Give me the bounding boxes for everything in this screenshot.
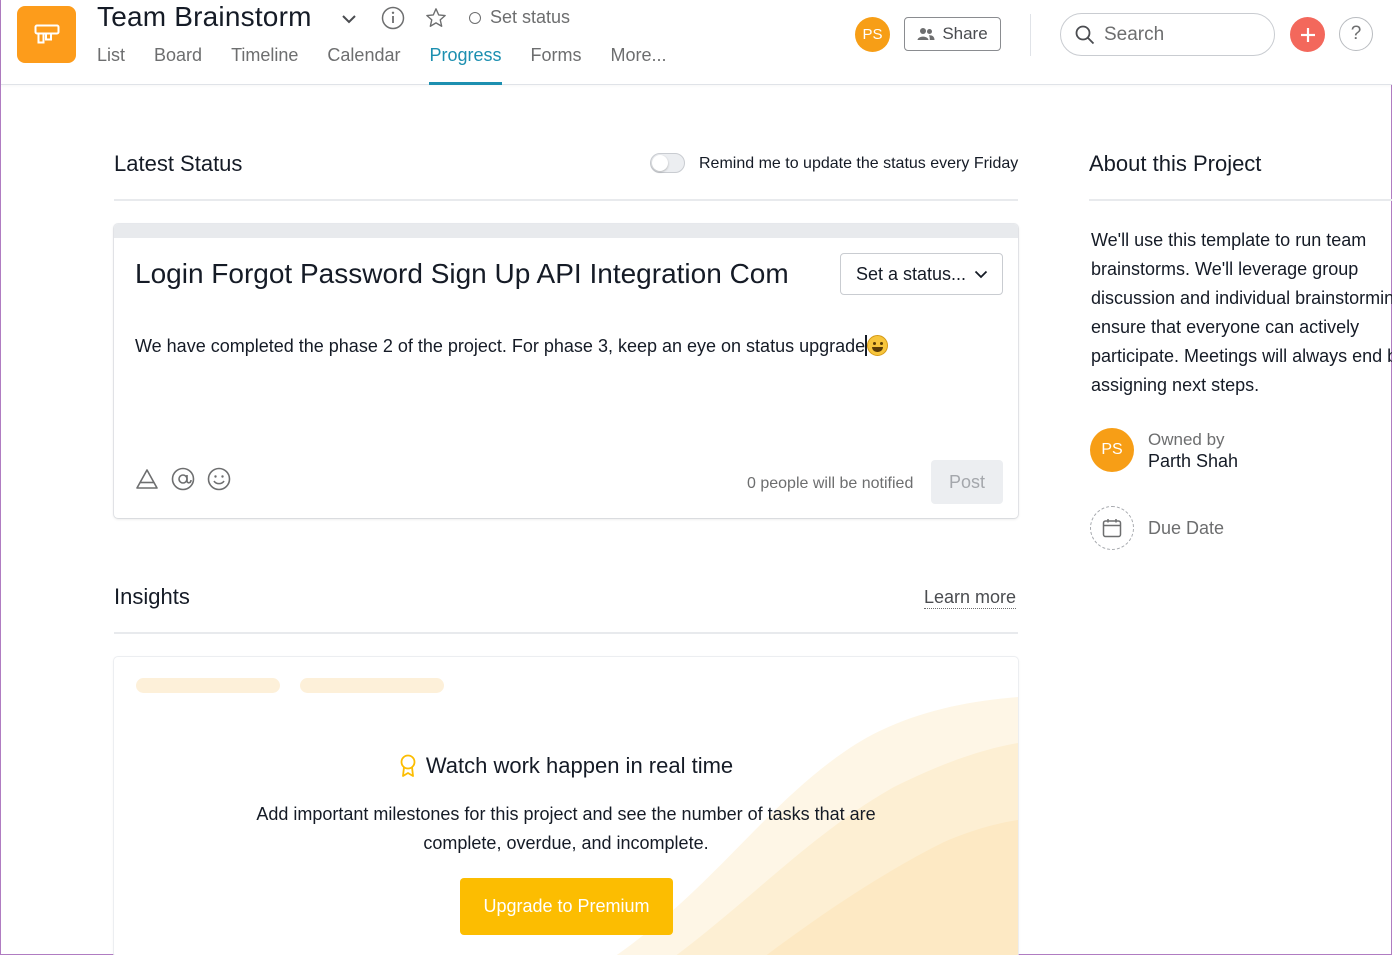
text-format-icon[interactable]	[135, 467, 159, 491]
latest-status-divider	[114, 199, 1018, 201]
insights-divider	[114, 632, 1018, 634]
upgrade-button[interactable]: Upgrade to Premium	[460, 878, 673, 935]
project-description[interactable]: We'll use this template to run team brai…	[1091, 226, 1392, 400]
status-select-label: Set a status...	[856, 263, 967, 284]
description-line: ensure that everyone can actively	[1091, 317, 1360, 337]
star-icon[interactable]	[423, 5, 448, 30]
description-line: brainstorms. We'll leverage group	[1091, 259, 1359, 279]
tab-timeline[interactable]: Timeline	[231, 45, 298, 85]
share-label: Share	[942, 24, 988, 43]
remind-toggle[interactable]	[650, 153, 685, 173]
status-dot-icon	[469, 11, 481, 24]
owned-by-label: Owned by	[1148, 430, 1225, 449]
composer-toolbar	[135, 467, 231, 491]
project-icon[interactable]	[17, 6, 76, 63]
calendar-icon	[1102, 519, 1122, 538]
status-body-editor[interactable]: We have completed the phase 2 of the pro…	[135, 335, 888, 357]
share-button[interactable]: Share	[904, 17, 1001, 51]
plus-icon	[1300, 27, 1315, 42]
info-icon[interactable]	[380, 5, 405, 30]
set-status-button[interactable]: Set status	[469, 7, 570, 28]
search-placeholder: Search	[1104, 23, 1165, 45]
quick-add-button[interactable]	[1290, 17, 1325, 52]
post-button[interactable]: Post	[931, 460, 1003, 504]
notified-count: 0 people will be notified	[747, 475, 914, 492]
project-title[interactable]: Team Brainstorm	[97, 1, 312, 33]
insights-title: Insights	[114, 584, 190, 609]
tab-progress[interactable]: Progress	[429, 45, 502, 85]
search-input[interactable]: Search	[1060, 13, 1275, 56]
learn-more-link[interactable]: Learn more	[924, 587, 1017, 609]
help-button[interactable]: ?	[1339, 17, 1373, 51]
set-status-label: Set status	[490, 7, 571, 27]
people-icon	[917, 28, 935, 40]
tab-forms[interactable]: Forms	[531, 45, 582, 85]
chevron-down-icon[interactable]	[339, 9, 359, 29]
member-avatar[interactable]: PS	[855, 17, 890, 52]
placeholder-bar	[300, 678, 444, 693]
status-select[interactable]: Set a status...	[840, 253, 1003, 295]
description-line: participate. Meetings will always end by	[1091, 346, 1392, 366]
owner-avatar[interactable]: PS	[1090, 428, 1134, 472]
board-icon	[34, 24, 59, 43]
latest-status-title: Latest Status	[114, 151, 243, 176]
description-line: assigning next steps.	[1091, 375, 1260, 395]
emoji-picker-icon[interactable]	[207, 467, 231, 491]
due-date-label[interactable]: Due Date	[1148, 518, 1224, 539]
description-line: We'll use this template to run team	[1091, 230, 1367, 250]
tab-list[interactable]: List	[97, 45, 125, 85]
status-update-card: Login Forgot Password Sign Up API Integr…	[114, 224, 1018, 518]
grinning-emoji-icon	[866, 335, 888, 356]
about-divider	[1089, 199, 1392, 201]
remind-label: Remind me to update the status every Fri…	[699, 155, 1019, 172]
watch-description: Add important milestones for this projec…	[256, 804, 876, 853]
toggle-knob	[652, 155, 668, 171]
tab-board[interactable]: Board	[154, 45, 202, 85]
status-title-input[interactable]: Login Forgot Password Sign Up API Integr…	[135, 258, 825, 290]
status-color-bar	[114, 224, 1018, 238]
top-bar: Team Brainstorm Set status List Board Ti…	[1, 0, 1392, 85]
watch-title: Watch work happen in real time	[425, 753, 734, 778]
due-date-button[interactable]	[1090, 506, 1134, 550]
project-tabs: List Board Timeline Calendar Progress Fo…	[97, 45, 696, 85]
tab-calendar[interactable]: Calendar	[327, 45, 400, 85]
mention-icon[interactable]	[171, 467, 195, 491]
search-icon	[1075, 25, 1095, 44]
description-line: discussion and individual brainstorming …	[1091, 288, 1392, 308]
watch-heading: Watch work happen in real time	[114, 753, 1018, 779]
chevron-down-icon	[974, 270, 988, 278]
placeholder-bar	[136, 678, 280, 693]
award-ribbon-icon	[400, 754, 416, 777]
header-divider	[1030, 14, 1031, 56]
tab-more[interactable]: More...	[611, 45, 667, 85]
insights-card: Watch work happen in real time Add impor…	[114, 657, 1018, 955]
about-title: About this Project	[1089, 151, 1262, 176]
owner-name[interactable]: Parth Shah	[1148, 451, 1238, 472]
status-body-text: We have completed the phase 2 of the pro…	[135, 336, 866, 356]
